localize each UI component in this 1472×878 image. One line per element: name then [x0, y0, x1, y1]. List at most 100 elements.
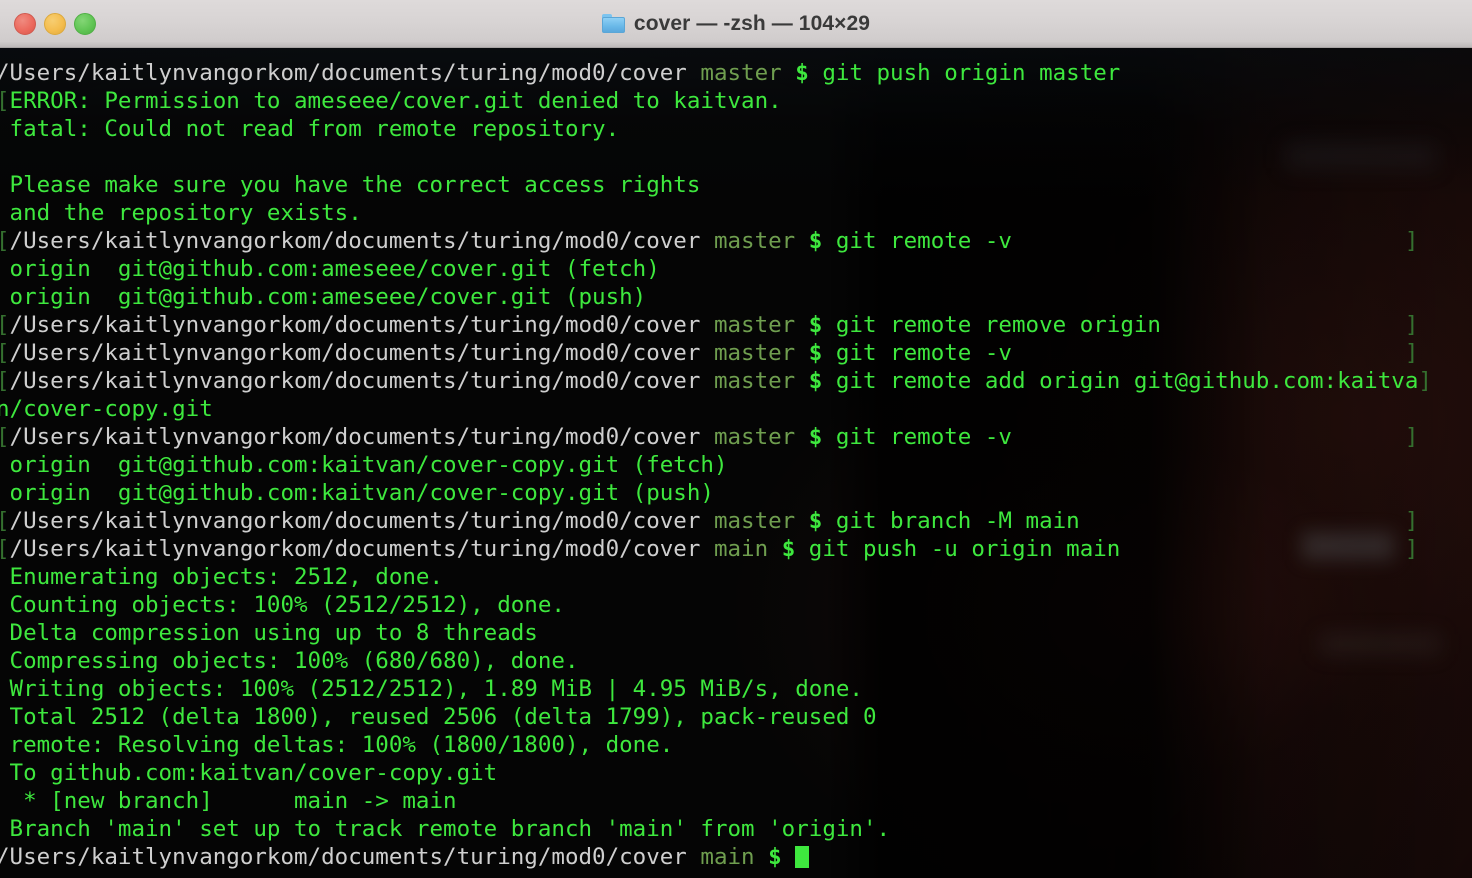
terminal-screen[interactable]: /Users/kaitlynvangorkom/documents/turing…	[0, 48, 1472, 878]
prompt-branch: master	[713, 368, 796, 394]
prompt-command: git remote remove origin	[835, 312, 1161, 338]
close-button[interactable]	[14, 13, 36, 35]
folder-icon	[601, 14, 625, 33]
prompt-branch: main	[700, 844, 755, 870]
traffic-light-group	[14, 0, 96, 48]
prompt-bracket-open: [	[0, 88, 10, 114]
prompt-symbol: $	[808, 508, 823, 534]
prompt-bracket-open: [	[0, 424, 10, 450]
minimize-button[interactable]	[44, 13, 66, 35]
terminal-window: cover — -zsh — 104×29 /Users/kaitlynvang…	[0, 0, 1472, 878]
terminal-output-text: remote: Resolving deltas: 100% (1800/180…	[0, 732, 674, 758]
prompt-command: git remote add origin git@github.com:kai…	[835, 368, 1419, 394]
prompt-symbol: $	[808, 424, 823, 450]
terminal-output-text: Writing objects: 100% (2512/2512), 1.89 …	[0, 676, 863, 702]
prompt-bracket-open: [	[0, 536, 10, 562]
terminal-output-line: fatal: Could not read from remote reposi…	[0, 115, 1472, 143]
prompt-command: git push -u origin main	[808, 536, 1121, 562]
prompt-cwd: /Users/kaitlynvangorkom/documents/turing…	[0, 844, 687, 870]
prompt-symbol: $	[808, 340, 823, 366]
terminal-output-line: origin git@github.com:kaitvan/cover-copy…	[0, 451, 1472, 479]
prompt-command: git push origin master	[822, 60, 1121, 86]
terminal-output-line: [ERROR: Permission to ameseee/cover.git …	[0, 87, 1472, 115]
window-title: cover — -zsh — 104×29	[633, 11, 871, 35]
prompt-bracket-close: ]	[1011, 424, 1419, 450]
prompt-cwd: /Users/kaitlynvangorkom/documents/turing…	[9, 508, 701, 534]
prompt-command: git remote -v	[835, 340, 1012, 366]
prompt-cwd: /Users/kaitlynvangorkom/documents/turing…	[9, 368, 701, 394]
terminal-prompt-line: /Users/kaitlynvangorkom/documents/turing…	[0, 59, 1472, 87]
prompt-branch: master	[713, 312, 796, 338]
terminal-output-text: n/cover-copy.git	[0, 396, 213, 422]
terminal-prompt-line: [/Users/kaitlynvangorkom/documents/turin…	[0, 339, 1472, 367]
terminal-output-line: Writing objects: 100% (2512/2512), 1.89 …	[0, 675, 1472, 703]
terminal-output-text: Delta compression using up to 8 threads	[0, 620, 538, 646]
prompt-cwd: /Users/kaitlynvangorkom/documents/turing…	[9, 312, 701, 338]
terminal-output-text: Branch 'main' set up to track remote bra…	[0, 816, 891, 842]
terminal-output-text: Please make sure you have the correct ac…	[0, 172, 701, 198]
prompt-symbol: $	[808, 312, 823, 338]
terminal-output-line: To github.com:kaitvan/cover-copy.git	[0, 759, 1472, 787]
terminal-cursor	[795, 846, 810, 868]
terminal-output-text: To github.com:kaitvan/cover-copy.git	[0, 760, 498, 786]
prompt-bracket-open: [	[0, 228, 10, 254]
terminal-output-line: Compressing objects: 100% (680/680), don…	[0, 647, 1472, 675]
prompt-bracket-close: ]	[1011, 340, 1419, 366]
terminal-output-line: remote: Resolving deltas: 100% (1800/180…	[0, 731, 1472, 759]
terminal-output-line: Counting objects: 100% (2512/2512), done…	[0, 591, 1472, 619]
terminal-prompt-line: [/Users/kaitlynvangorkom/documents/turin…	[0, 367, 1472, 395]
prompt-symbol: $	[781, 536, 796, 562]
prompt-branch: master	[713, 424, 796, 450]
terminal-output-text: origin git@github.com:kaitvan/cover-copy…	[0, 480, 714, 506]
terminal-prompt-line: [/Users/kaitlynvangorkom/documents/turin…	[0, 227, 1472, 255]
terminal-prompt-line: [/Users/kaitlynvangorkom/documents/turin…	[0, 311, 1472, 339]
terminal-output-text: origin git@github.com:ameseee/cover.git …	[0, 256, 660, 282]
terminal-output-text: Enumerating objects: 2512, done.	[0, 564, 444, 590]
prompt-cwd: /Users/kaitlynvangorkom/documents/turing…	[0, 60, 687, 86]
prompt-branch: master	[713, 228, 796, 254]
terminal-output-line: * [new branch] main -> main	[0, 787, 1472, 815]
terminal-output-text: Total 2512 (delta 1800), reused 2506 (de…	[0, 704, 877, 730]
terminal-output-text: fatal: Could not read from remote reposi…	[0, 116, 620, 142]
prompt-symbol: $	[768, 844, 782, 870]
terminal-output-text: origin git@github.com:kaitvan/cover-copy…	[0, 452, 728, 478]
prompt-command: git remote -v	[835, 228, 1012, 254]
terminal-output-line: origin git@github.com:kaitvan/cover-copy…	[0, 479, 1472, 507]
prompt-cwd: /Users/kaitlynvangorkom/documents/turing…	[9, 424, 701, 450]
prompt-bracket-close: ]	[1160, 312, 1419, 338]
terminal-active-prompt-line: /Users/kaitlynvangorkom/documents/turing…	[0, 843, 1472, 871]
zoom-button[interactable]	[74, 13, 96, 35]
terminal-output-text: * [new branch] main -> main	[0, 788, 457, 814]
terminal-output-text: Counting objects: 100% (2512/2512), done…	[0, 592, 565, 618]
prompt-branch: master	[700, 60, 782, 86]
terminal-prompt-line: [/Users/kaitlynvangorkom/documents/turin…	[0, 535, 1472, 563]
prompt-symbol: $	[795, 60, 809, 86]
prompt-bracket-open: [	[0, 368, 10, 394]
terminal-output-line: Please make sure you have the correct ac…	[0, 171, 1472, 199]
prompt-bracket-open: [	[0, 508, 10, 534]
terminal-output-line: origin git@github.com:ameseee/cover.git …	[0, 255, 1472, 283]
terminal-output-line: Branch 'main' set up to track remote bra…	[0, 815, 1472, 843]
prompt-symbol: $	[808, 368, 823, 394]
prompt-branch: main	[713, 536, 769, 562]
terminal-output-line: Enumerating objects: 2512, done.	[0, 563, 1472, 591]
window-titlebar[interactable]: cover — -zsh — 104×29	[0, 0, 1472, 48]
terminal-output-line: origin git@github.com:ameseee/cover.git …	[0, 283, 1472, 311]
prompt-bracket-open: [	[0, 312, 10, 338]
terminal-output-text: ERROR: Permission to ameseee/cover.git d…	[9, 88, 782, 114]
prompt-cwd: /Users/kaitlynvangorkom/documents/turing…	[9, 340, 701, 366]
terminal-output-text: Compressing objects: 100% (680/680), don…	[0, 648, 579, 674]
prompt-cwd: /Users/kaitlynvangorkom/documents/turing…	[9, 228, 701, 254]
terminal-body[interactable]: /Users/kaitlynvangorkom/documents/turing…	[0, 48, 1472, 878]
terminal-output-text: and the repository exists.	[0, 200, 362, 226]
prompt-bracket-close: ]	[1120, 536, 1419, 562]
prompt-branch: master	[713, 340, 796, 366]
prompt-bracket-open: [	[0, 340, 10, 366]
terminal-output-line: Total 2512 (delta 1800), reused 2506 (de…	[0, 703, 1472, 731]
prompt-bracket-close: ]	[1079, 508, 1419, 534]
prompt-symbol: $	[808, 228, 823, 254]
window-title-group: cover — -zsh — 104×29	[601, 11, 871, 36]
terminal-output-line: n/cover-copy.git	[0, 395, 1472, 423]
prompt-bracket-close: ]	[1011, 228, 1419, 254]
